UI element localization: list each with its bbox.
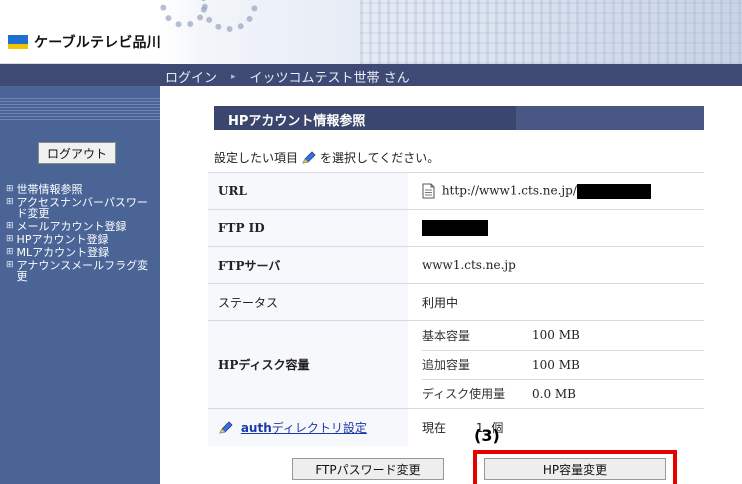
sidebar-decoration <box>0 98 160 120</box>
gear-decoration-icon <box>200 0 258 32</box>
brand-logo[interactable]: ケーブルテレビ品川 <box>8 32 161 52</box>
main-content: HPアカウント情報参照 設定したい項目 を選択してください。 URL http:… <box>160 86 742 484</box>
user-name: イッツコムテスト世帯 さん <box>249 71 410 86</box>
table-row: authディレクトリ設定 現在 1 個 <box>208 408 704 446</box>
auth-directory-cell: authディレクトリ設定 <box>208 408 408 446</box>
account-info-table: URL http://www1.cts.ne.jp/ FTP ID FTPサーバ… <box>208 172 704 446</box>
auth-directory-link[interactable]: authディレクトリ設定 <box>241 421 367 435</box>
ftp-server-label: FTPサーバ <box>208 246 408 284</box>
pencil-icon <box>302 150 316 164</box>
top-nav-bar: ログイン ▸ イッツコムテスト世帯 さん <box>0 64 742 86</box>
sidebar-item-announce-flag[interactable]: ⊞ アナウンスメールフラグ変更 <box>6 260 156 282</box>
sidebar-item-household-info[interactable]: ⊞ 世帯情報参照 <box>6 184 156 195</box>
login-label: ログイン <box>165 71 218 86</box>
table-row: HPディスク容量 基本容量 100 MB 追加容量 100 MB ディスク使用量… <box>208 320 704 409</box>
page-title: HPアカウント情報参照 <box>228 114 366 129</box>
brand-mark-icon <box>8 35 28 49</box>
table-row: ディスク使用量 0.0 MB <box>422 378 704 408</box>
redacted-block <box>422 220 488 236</box>
disk-usage-label: ディスク使用量 <box>422 378 532 408</box>
ftp-id-label: FTP ID <box>208 209 408 247</box>
status-value: 利用中 <box>408 283 704 321</box>
ftp-id-value <box>408 209 704 247</box>
table-row: 追加容量 100 MB <box>422 349 704 379</box>
page-title-bar: HPアカウント情報参照 <box>214 106 704 130</box>
bullet-icon: ⊞ <box>6 197 14 207</box>
bullet-icon: ⊞ <box>6 260 14 270</box>
sidebar-item-mail-account[interactable]: ⊞ メールアカウント登録 <box>6 221 156 232</box>
logout-button[interactable]: ログアウト <box>38 142 116 164</box>
highlight-box <box>473 450 677 484</box>
redacted-block <box>576 183 651 199</box>
sidebar: ログアウト ⊞ 世帯情報参照 ⊞ アクセスナンバーパスワード変更 ⊞ メールアカウント… <box>0 86 160 484</box>
bullet-icon: ⊞ <box>6 184 14 194</box>
breadcrumb-arrow-icon: ▸ <box>231 71 236 82</box>
sidebar-item-access-password[interactable]: ⊞ アクセスナンバーパスワード変更 <box>6 197 156 219</box>
brand-name: ケーブルテレビ品川 <box>34 35 161 51</box>
table-row: FTP ID <box>208 209 704 247</box>
document-icon <box>422 183 435 199</box>
pencil-icon <box>219 421 233 434</box>
status-label: ステータス <box>208 283 408 321</box>
header-banner <box>160 0 742 64</box>
basic-capacity-label: 基本容量 <box>422 328 471 343</box>
table-row: ステータス 利用中 <box>208 283 704 321</box>
bullet-icon: ⊞ <box>6 234 14 244</box>
additional-capacity-label: 追加容量 <box>422 349 532 379</box>
table-row: FTPサーバ www1.cts.ne.jp <box>208 246 704 284</box>
step-annotation: (3) <box>474 426 500 445</box>
table-row: URL http://www1.cts.ne.jp/ <box>208 172 704 210</box>
additional-capacity-value: 100 MB <box>532 349 704 379</box>
sidebar-menu: ⊞ 世帯情報参照 ⊞ アクセスナンバーパスワード変更 ⊞ メールアカウント登録 ⊞ HP… <box>6 184 156 284</box>
url-text[interactable]: http://www1.cts.ne.jp/ <box>442 184 577 198</box>
ftp-server-value: www1.cts.ne.jp <box>408 246 704 284</box>
disk-capacity-table: 基本容量 100 MB 追加容量 100 MB ディスク使用量 0.0 MB <box>422 321 704 408</box>
bullet-icon: ⊞ <box>6 221 14 231</box>
url-label: URL <box>208 172 408 210</box>
table-row: 基本容量 100 MB <box>422 321 704 350</box>
disk-usage-value: 0.0 MB <box>532 378 704 408</box>
login-status: ログイン ▸ イッツコムテスト世帯 さん <box>165 67 410 86</box>
disk-capacity-label: HPディスク容量 <box>208 320 408 409</box>
sidebar-item-hp-account[interactable]: ⊞ HPアカウント登録 <box>6 234 156 245</box>
url-value: http://www1.cts.ne.jp/ <box>408 172 704 210</box>
header: ケーブルテレビ品川 <box>0 0 742 64</box>
bullet-icon: ⊞ <box>6 247 14 257</box>
instruction: 設定したい項目 を選択してください。 <box>214 150 440 165</box>
ftp-password-change-button[interactable]: FTPパスワード変更 <box>292 458 444 480</box>
sidebar-item-ml-account[interactable]: ⊞ MLアカウント登録 <box>6 247 156 258</box>
auth-directory-count: 現在 1 個 <box>408 408 704 446</box>
basic-capacity-value: 100 MB <box>532 328 580 343</box>
